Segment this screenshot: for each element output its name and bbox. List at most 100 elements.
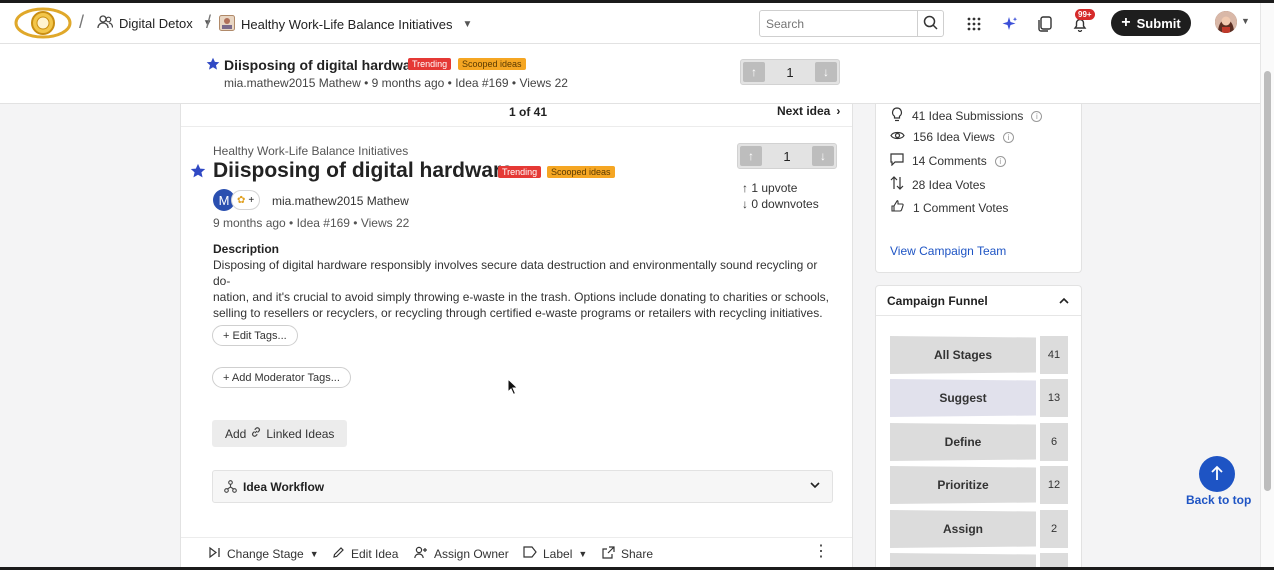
submit-label: Submit — [1136, 15, 1181, 31]
funnel-stage-label: All Stages — [890, 336, 1036, 374]
funnel-stage-count: 41 — [1040, 336, 1068, 374]
description-heading: Description — [213, 242, 280, 256]
workflow-icon — [224, 480, 237, 496]
page-scrollbar[interactable] — [1260, 3, 1274, 567]
funnel-stage-all[interactable]: All Stages 41 — [890, 336, 1068, 374]
stat-label: 14 Comments — [912, 154, 987, 168]
stat-votes: 28 Idea Votes — [890, 176, 985, 193]
info-icon[interactable]: i — [1002, 131, 1014, 143]
funnel-stage-define[interactable]: Define 6 — [890, 423, 1068, 461]
assign-owner-button[interactable]: Assign Owner — [414, 546, 509, 562]
add-user-icon — [414, 546, 428, 562]
scooped-tag: Scooped ideas — [547, 166, 615, 178]
comment-icon — [890, 153, 904, 169]
add-linked-prefix: Add — [225, 426, 247, 441]
downvote-summary: ↓ 0 downvotes — [742, 197, 819, 211]
arrow-down-icon: ↓ — [742, 197, 748, 211]
back-to-top-button[interactable] — [1199, 456, 1235, 492]
co-authors-chip[interactable]: ✿ + — [231, 190, 261, 210]
edit-idea-label: Edit Idea — [351, 547, 399, 561]
funnel-stage-assign[interactable]: Assign 2 — [890, 510, 1068, 548]
sticky-idea-header: Diisposing of digital hardware Trending … — [0, 44, 1260, 104]
back-to-top-label[interactable]: Back to top — [1186, 493, 1251, 507]
label-tag-icon — [523, 546, 537, 561]
scrollbar-thumb[interactable] — [1264, 71, 1271, 491]
stat-comment-votes: 1 Comment Votes — [890, 199, 1008, 216]
user-avatar[interactable] — [1215, 11, 1237, 33]
search-box — [759, 10, 944, 37]
edit-tags-button[interactable]: + Edit Tags... — [212, 325, 298, 346]
breadcrumb-campaign[interactable]: Healthy Work-Life Balance Initiatives ▼ — [219, 15, 472, 34]
notification-count-badge: 99+ — [1075, 9, 1095, 20]
description-body: Disposing of digital hardware responsibl… — [213, 257, 833, 321]
funnel-stage-partial[interactable] — [890, 553, 1068, 568]
campaign-name[interactable]: Healthy Work-Life Balance Initiatives — [213, 144, 408, 158]
lightbulb-icon — [890, 107, 904, 125]
upvote-summary: ↑ 1 upvote — [742, 181, 797, 195]
next-idea-link[interactable]: Next idea › — [777, 104, 840, 118]
funnel-stage-suggest[interactable]: Suggest 13 — [890, 379, 1068, 417]
stat-label: 156 Idea Views — [913, 130, 995, 144]
vote-control: ↑ 1 ↓ — [737, 143, 837, 169]
funnel-header[interactable]: Campaign Funnel — [876, 286, 1081, 316]
info-icon[interactable]: i — [1031, 110, 1043, 122]
downvote-button[interactable]: ↓ — [812, 146, 834, 166]
author-avatars[interactable]: M ✿ + — [213, 189, 261, 211]
label-button[interactable]: Label ▼ — [523, 546, 587, 561]
change-stage-button[interactable]: Change Stage ▼ — [208, 546, 319, 562]
upvote-button[interactable]: ↑ — [743, 62, 765, 82]
idea-workflow-accordion[interactable]: Idea Workflow — [212, 470, 833, 503]
funnel-stage-count: 12 — [1040, 466, 1068, 504]
chevron-down-icon: ▼ — [462, 19, 473, 30]
chevron-down-icon: ▼ — [578, 548, 588, 559]
funnel-title: Campaign Funnel — [887, 294, 988, 308]
trending-tag: Trending — [408, 58, 452, 70]
mouse-cursor-icon — [507, 377, 519, 399]
funnel-stage-prioritize[interactable]: Prioritize 12 — [890, 466, 1068, 504]
eye-icon — [890, 130, 905, 144]
funnel-stage-label: Suggest — [890, 379, 1036, 417]
funnel-stage-label: Assign — [890, 510, 1036, 548]
stat-label: 1 Comment Votes — [913, 200, 1009, 215]
submit-button[interactable]: + Submit — [1111, 10, 1191, 36]
breadcrumb-separator: / — [206, 12, 212, 32]
campaign-thumbnail-icon — [219, 15, 235, 34]
downvote-count: 0 downvotes — [751, 197, 819, 211]
info-icon[interactable]: i — [994, 155, 1006, 167]
idea-title: Diisposing of digital hardware — [213, 159, 513, 182]
chevron-down-icon: ▼ — [309, 549, 319, 559]
plus-icon: + — [1121, 14, 1131, 31]
apps-grid-icon[interactable] — [963, 13, 985, 35]
brand-logo[interactable] — [14, 6, 72, 40]
vote-count: 1 — [786, 64, 794, 80]
documents-icon[interactable] — [1034, 13, 1056, 35]
label-label: Label — [543, 546, 573, 561]
star-icon[interactable] — [190, 163, 206, 182]
search-button[interactable] — [917, 11, 943, 36]
vote-arrows-icon — [890, 176, 904, 193]
view-campaign-team-link[interactable]: View Campaign Team — [890, 244, 1006, 258]
search-input[interactable] — [760, 11, 917, 36]
upvote-button[interactable]: ↑ — [740, 146, 762, 166]
funnel-stage-count — [1040, 553, 1068, 568]
share-button[interactable]: Share — [602, 546, 653, 562]
chevron-down-icon[interactable]: ▼ — [1241, 16, 1250, 26]
add-moderator-tags-button[interactable]: + Add Moderator Tags... — [212, 367, 351, 388]
pencil-icon — [332, 546, 345, 562]
add-linked-ideas-button[interactable]: Add Linked Ideas — [212, 420, 348, 447]
ai-sparkle-icon[interactable] — [999, 13, 1021, 35]
stat-label: 28 Idea Votes — [912, 177, 986, 192]
edit-idea-button[interactable]: Edit Idea — [332, 546, 398, 562]
star-icon[interactable] — [206, 57, 220, 74]
share-label: Share — [621, 547, 654, 561]
more-options-icon[interactable]: ⋮ — [813, 544, 829, 560]
campaign-funnel-panel: Campaign Funnel All Stages 41 Suggest 13… — [875, 285, 1082, 568]
clapping-hands-icon: ✿ — [237, 194, 246, 206]
breadcrumb-label: Digital Detox — [119, 16, 193, 31]
breadcrumb-community[interactable]: Digital Detox ▼ — [97, 15, 213, 32]
scooped-tag: Scooped ideas — [458, 58, 526, 70]
pager-position: 1 of 41 — [509, 105, 548, 119]
downvote-button[interactable]: ↓ — [815, 62, 837, 82]
author-name[interactable]: mia.mathew2015 Mathew — [272, 194, 409, 208]
funnel-stage-label: Define — [890, 423, 1036, 461]
